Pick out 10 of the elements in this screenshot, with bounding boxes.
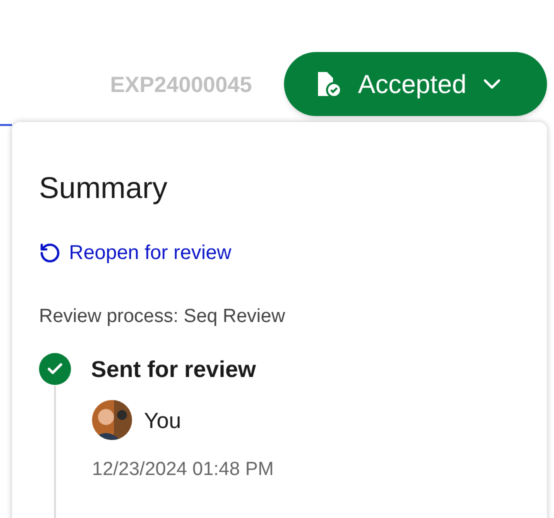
reopen-link[interactable]: Reopen for review (39, 238, 232, 268)
reopen-icon (39, 242, 61, 264)
review-process-label: Review process: Seq Review (39, 305, 286, 329)
document-id: EXP24000045 (110, 70, 252, 98)
avatar (92, 400, 132, 440)
timestamp: 12/23/2024 01:48 PM (92, 458, 275, 482)
step-title: Sent for review (91, 354, 256, 384)
person-name: You (144, 406, 182, 434)
status-button[interactable]: Accepted (284, 52, 547, 116)
summary-title: Summary (39, 174, 168, 204)
